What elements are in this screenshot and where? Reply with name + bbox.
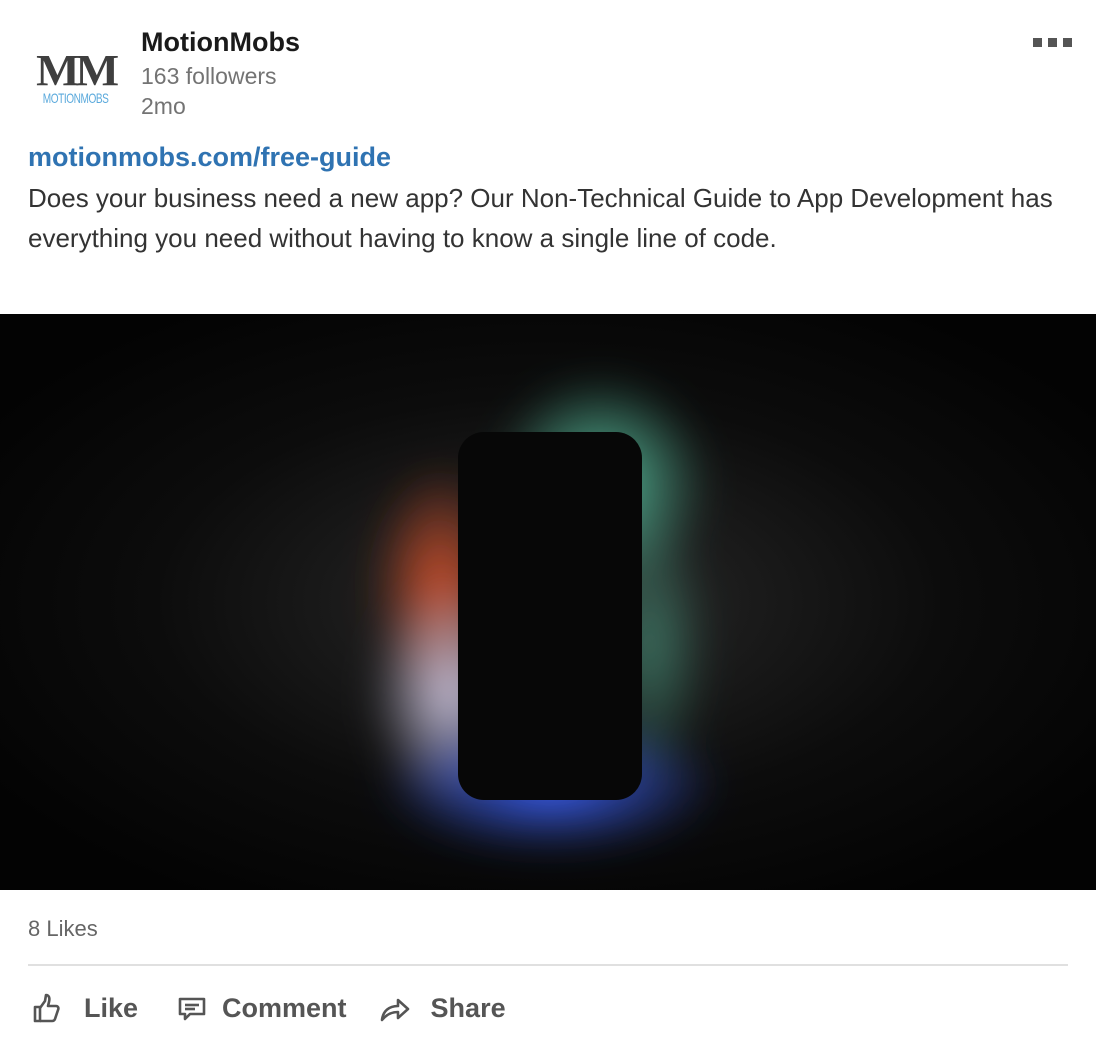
post-caption: Does your business need a new app? Our N… [28,183,1053,253]
follower-count: 163 followers [141,63,277,89]
logo-wordmark: MOTIONMOBS [43,90,109,106]
action-bar: Like Comment Share [28,986,506,1030]
like-label: Like [84,992,139,1023]
comment-icon [174,990,210,1026]
company-name[interactable]: MotionMobs [141,26,300,58]
ellipsis-icon [1032,37,1042,47]
thumbs-up-icon [28,990,64,1026]
divider [28,964,1068,966]
more-options-button[interactable] [1026,30,1078,54]
company-logo[interactable]: MM MOTIONMOBS [28,32,124,128]
share-label: Share [430,992,506,1023]
logo-mark: MM [36,46,120,95]
phone-silhouette [458,432,642,800]
feed-post: MM MOTIONMOBS MotionMobs 163 followers 2… [0,0,1096,1060]
comment-button[interactable]: Comment [174,986,347,1030]
post-image[interactable] [0,314,1096,890]
share-button[interactable]: Share [377,986,506,1030]
ellipsis-icon [1047,37,1057,47]
share-arrow-icon [377,990,413,1026]
comment-label: Comment [222,992,347,1023]
like-button[interactable]: Like [28,986,138,1030]
post-link[interactable]: motionmobs.com/free-guide [28,140,391,174]
phone-glow-image [0,314,1096,890]
ellipsis-icon [1062,37,1072,47]
post-age: 2mo [141,93,186,119]
likes-count[interactable]: 8 Likes [28,914,98,944]
